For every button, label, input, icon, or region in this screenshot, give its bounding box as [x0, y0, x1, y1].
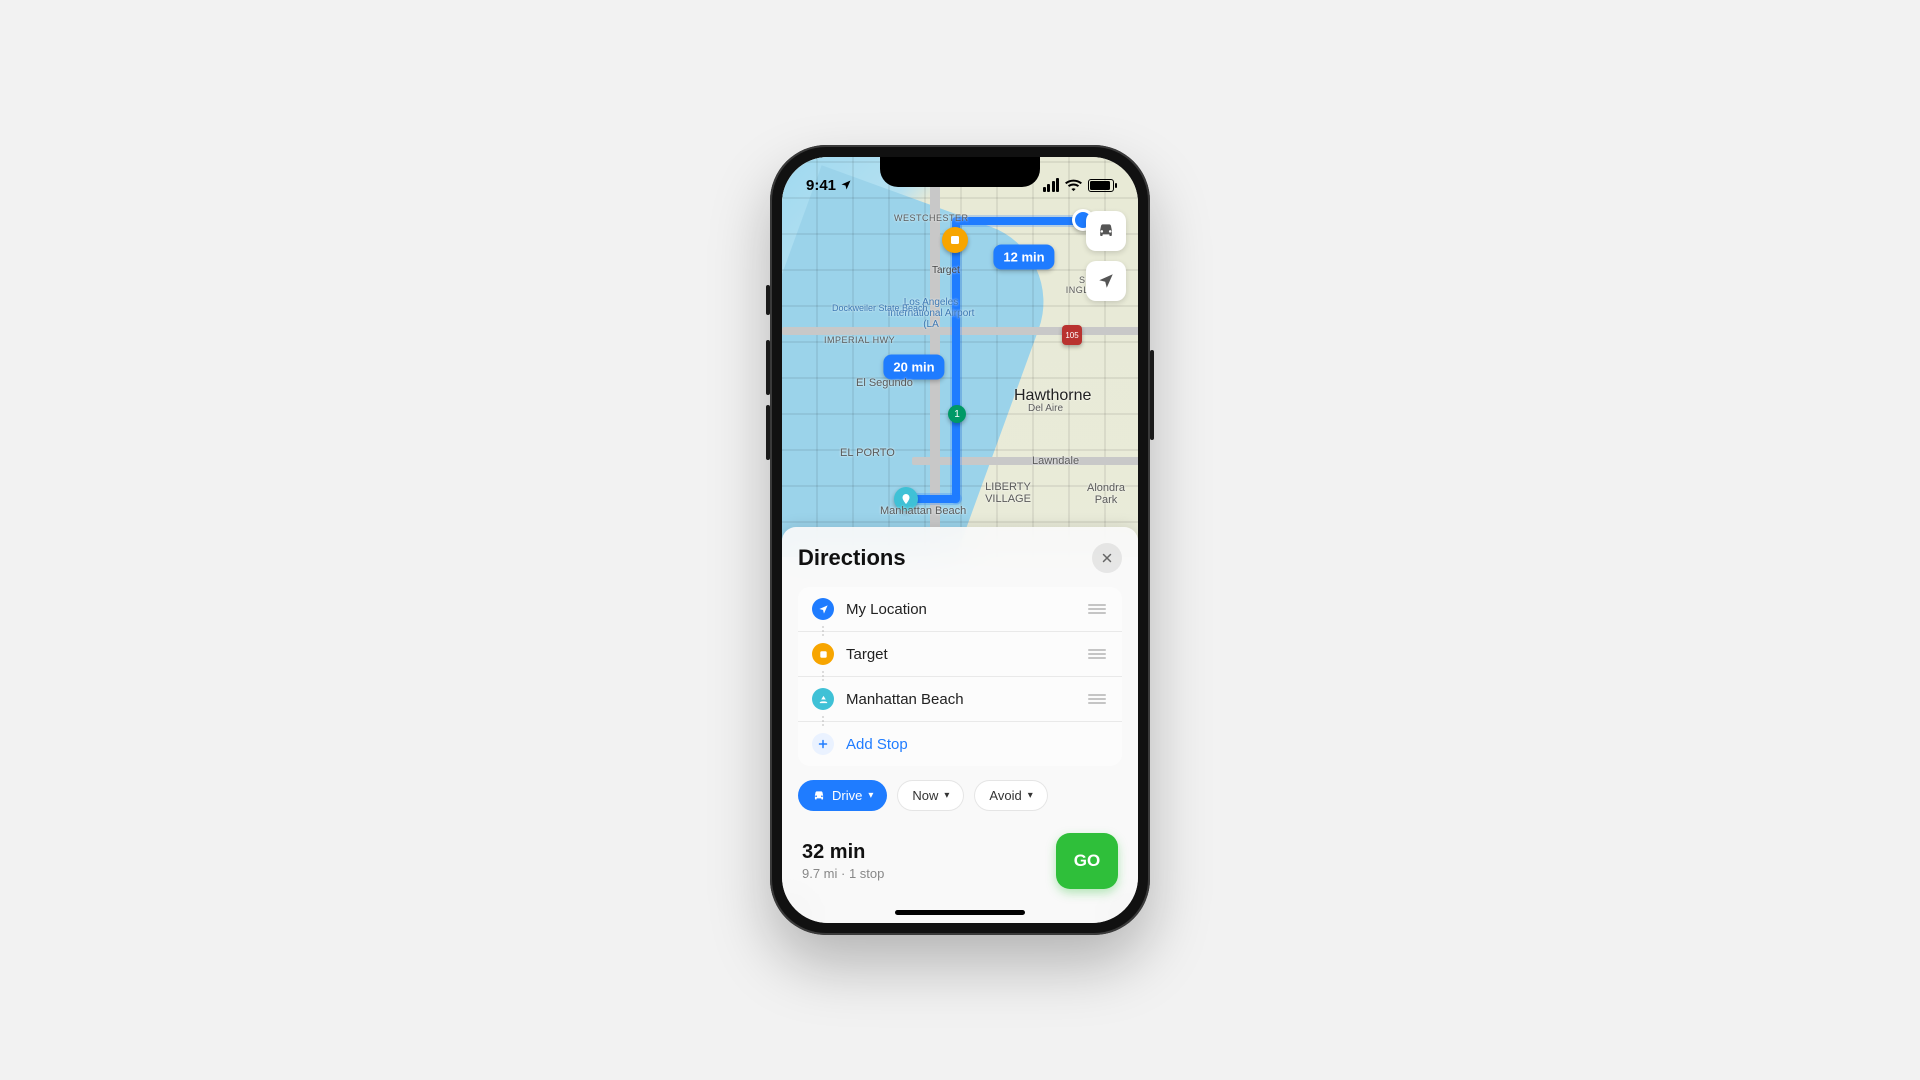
- drag-handle-icon[interactable]: [1086, 694, 1108, 704]
- mode-chip[interactable]: Drive ▾: [798, 780, 887, 811]
- plus-icon: [812, 733, 834, 755]
- map-controls: [1086, 211, 1126, 301]
- stop-row-destination[interactable]: Manhattan Beach: [798, 677, 1122, 722]
- stop-label: Manhattan Beach: [846, 691, 1074, 708]
- screen: 9:41: [782, 157, 1138, 923]
- volume-up-button[interactable]: [766, 340, 770, 395]
- option-chips: Drive ▾ Now ▾ Avoid ▾: [798, 780, 1122, 811]
- stops-card: My Location Target Manhattan Beach: [798, 587, 1122, 766]
- map-label: Alondra Park: [1076, 482, 1136, 506]
- battery-icon: [1088, 179, 1114, 192]
- chip-label: Drive: [832, 788, 862, 803]
- eta-bubble-waypoint[interactable]: 12 min: [993, 245, 1054, 270]
- map-label: IMPERIAL HWY: [824, 335, 895, 345]
- map-label: Target: [932, 265, 960, 276]
- status-time: 9:41: [806, 177, 836, 194]
- drag-handle-icon[interactable]: [1086, 604, 1108, 614]
- location-arrow-icon: [840, 179, 852, 191]
- highway-horizontal-2: [912, 457, 1138, 465]
- transport-mode-button[interactable]: [1086, 211, 1126, 251]
- home-indicator[interactable]: [895, 910, 1025, 915]
- add-stop-label: Add Stop: [846, 736, 1108, 753]
- route-summary: 32 min 9.7 mi · 1 stop GO: [798, 823, 1122, 911]
- chip-label: Now: [912, 788, 938, 803]
- recenter-button[interactable]: [1086, 261, 1126, 301]
- route-shield-icon: 1: [948, 405, 966, 423]
- location-arrow-icon: [812, 598, 834, 620]
- cellular-signal-icon: [1043, 178, 1060, 192]
- map-label: Lawndale: [1032, 455, 1079, 467]
- map-label: Manhattan Beach: [880, 505, 966, 517]
- summary-meta: 9.7 mi · 1 stop: [802, 866, 884, 881]
- wifi-icon: [1065, 179, 1082, 192]
- map-label: El Segundo: [856, 377, 913, 389]
- chevron-down-icon: ▾: [1028, 790, 1033, 801]
- store-icon: [812, 643, 834, 665]
- drag-handle-icon[interactable]: [1086, 649, 1108, 659]
- beach-icon: [812, 688, 834, 710]
- stop-row-start[interactable]: My Location: [798, 587, 1122, 632]
- waypoint-pin[interactable]: [942, 227, 968, 253]
- directions-sheet: Directions My Location Targe: [782, 527, 1138, 923]
- map-label: WESTCHESTER: [894, 213, 969, 223]
- map-label: Los Angeles International Airport (LA: [886, 297, 976, 330]
- summary-time: 32 min: [802, 841, 884, 864]
- eta-bubble-destination[interactable]: 20 min: [883, 355, 944, 380]
- time-chip[interactable]: Now ▾: [897, 780, 964, 811]
- chevron-down-icon: ▾: [868, 790, 873, 801]
- add-stop-button[interactable]: Add Stop: [798, 722, 1122, 766]
- mute-switch[interactable]: [766, 285, 770, 315]
- stop-label: Target: [846, 646, 1074, 663]
- close-icon: [1101, 552, 1113, 564]
- map-label: EL PORTO: [840, 447, 895, 459]
- stop-row-waypoint[interactable]: Target: [798, 632, 1122, 677]
- car-icon: [812, 789, 826, 803]
- map-view[interactable]: 1 105 12 min 20 min WESTCHESTER Target L…: [782, 157, 1138, 557]
- notch: [880, 157, 1040, 187]
- route-segment: [956, 217, 1080, 225]
- close-button[interactable]: [1092, 543, 1122, 573]
- phone-frame: 9:41: [770, 145, 1150, 935]
- highway-shield-icon: 105: [1062, 325, 1082, 345]
- avoid-chip[interactable]: Avoid ▾: [974, 780, 1047, 811]
- map-label: Del Aire: [1028, 403, 1063, 414]
- stop-label: My Location: [846, 601, 1074, 618]
- chip-label: Avoid: [989, 788, 1021, 803]
- power-button[interactable]: [1150, 350, 1154, 440]
- sheet-title: Directions: [798, 545, 906, 571]
- volume-down-button[interactable]: [766, 405, 770, 460]
- route-segment: [952, 217, 960, 502]
- map-label: Dockweiler State Beach: [832, 303, 928, 313]
- chevron-down-icon: ▾: [944, 790, 949, 801]
- map-label: LIBERTY VILLAGE: [968, 481, 1048, 505]
- go-button[interactable]: GO: [1056, 833, 1118, 889]
